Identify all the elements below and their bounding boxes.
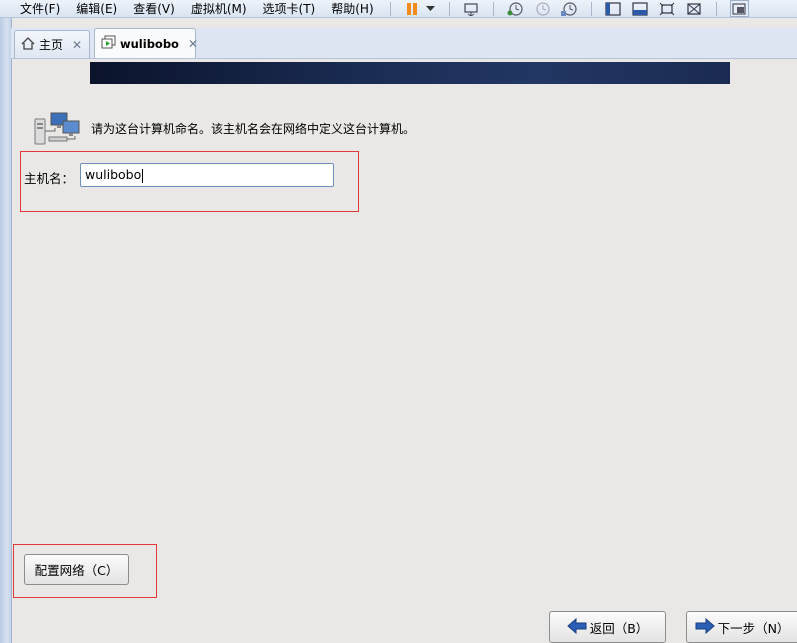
window-frame-left — [0, 0, 12, 643]
home-icon — [21, 36, 35, 53]
toolbar-separator — [590, 1, 592, 16]
tab-vm-label: wulibobo — [120, 36, 179, 51]
console-view-icon[interactable] — [605, 1, 622, 16]
menu-file[interactable]: 文件(F) — [0, 2, 68, 16]
computer-network-icon — [33, 111, 81, 147]
tab-home[interactable]: 主页 ✕ — [14, 30, 90, 58]
next-arrow-icon — [695, 617, 718, 637]
revert-snapshot-icon[interactable] — [534, 1, 551, 16]
back-button[interactable]: 返回（B） — [549, 611, 666, 643]
library-icon[interactable] — [729, 0, 749, 17]
instruction-text: 请为这台计算机命名。该主机名会在网络中定义这台计算机。 — [91, 122, 416, 136]
menu-vm[interactable]: 虚拟机(M) — [183, 2, 255, 16]
menu-help[interactable]: 帮助(H) — [323, 2, 381, 16]
toolbar-separator — [448, 1, 450, 16]
tab-bar: 主页 ✕ wulibobo ✕ — [11, 28, 797, 59]
snapshot-manager-icon[interactable] — [561, 1, 578, 16]
menubar: 文件(F) 编辑(E) 查看(V) 虚拟机(M) 选项卡(T) 帮助(H) — [0, 0, 797, 18]
toolbar-separator — [715, 1, 717, 16]
unity-icon[interactable] — [686, 1, 703, 16]
back-arrow-icon — [566, 617, 590, 637]
send-keys-icon[interactable] — [463, 1, 480, 16]
back-label: 返回（B） — [589, 620, 649, 636]
installer-banner — [90, 62, 730, 84]
configure-network-label: 配置网络（C） — [34, 563, 119, 578]
tab-home-label: 主页 — [39, 38, 64, 52]
configure-network-button[interactable]: 配置网络（C） — [24, 554, 129, 585]
pause-icon[interactable] — [404, 1, 421, 16]
tab-vm-wulibobo[interactable]: wulibobo ✕ — [94, 28, 198, 58]
toolbar-separator — [492, 1, 494, 16]
toolbar-separator — [389, 1, 391, 16]
menu-tabs[interactable]: 选项卡(T) — [255, 2, 324, 16]
menu-edit[interactable]: 编辑(E) — [68, 2, 125, 16]
next-button[interactable]: 下一步（N） — [686, 611, 797, 643]
fullscreen-icon[interactable] — [659, 1, 676, 16]
snapshot-icon[interactable] — [507, 1, 524, 16]
text-caret — [142, 168, 144, 183]
next-label: 下一步（N） — [717, 620, 790, 636]
close-icon[interactable]: ✕ — [188, 37, 198, 51]
hostname-label: 主机名： — [24, 171, 75, 186]
hostname-input[interactable]: wulibobo — [80, 163, 334, 187]
menu-view[interactable]: 查看(V) — [125, 2, 183, 16]
thumbnail-view-icon[interactable] — [632, 1, 649, 16]
dropdown-icon[interactable] — [426, 1, 436, 16]
vm-icon — [101, 35, 116, 52]
hostname-value: wulibobo — [85, 167, 142, 182]
close-icon[interactable]: ✕ — [72, 38, 82, 52]
